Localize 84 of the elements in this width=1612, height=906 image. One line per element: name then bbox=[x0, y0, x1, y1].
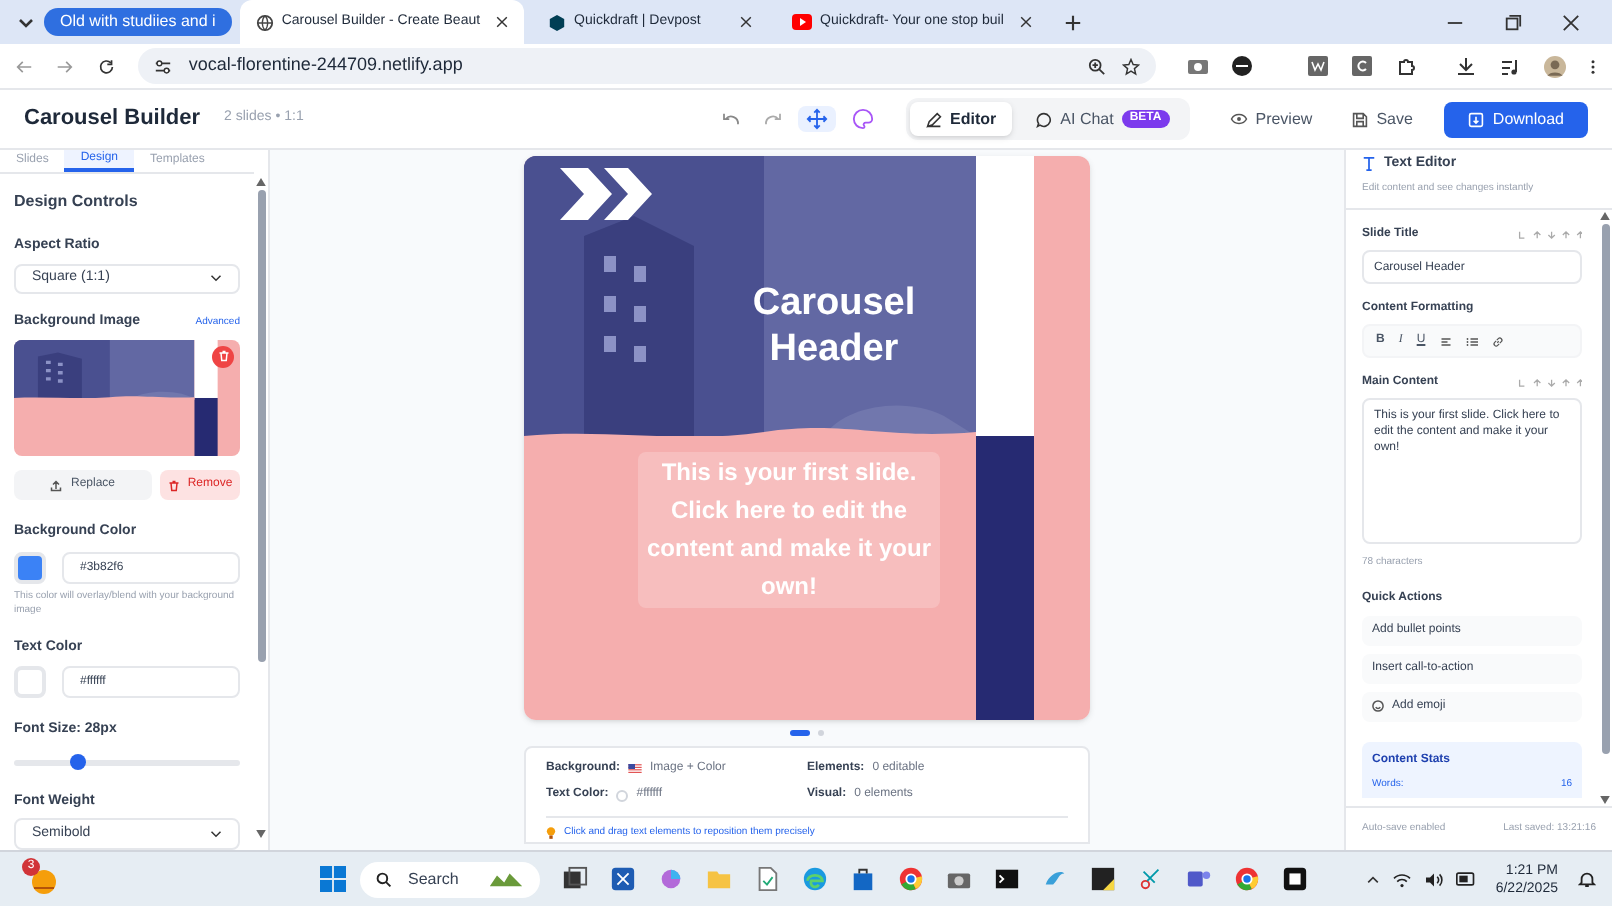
chat-icon bbox=[1036, 111, 1053, 127]
landscape-icon bbox=[488, 870, 524, 888]
site-settings-icon[interactable] bbox=[154, 57, 173, 75]
scroll-down-icon[interactable] bbox=[1600, 796, 1610, 804]
extension-icon[interactable] bbox=[1232, 56, 1253, 76]
forward-icon[interactable] bbox=[56, 57, 74, 75]
scroll-up-icon[interactable] bbox=[256, 178, 266, 186]
flag-icon bbox=[628, 764, 643, 774]
media-icon[interactable] bbox=[1500, 56, 1521, 76]
close-icon[interactable] bbox=[1562, 13, 1580, 31]
close-icon[interactable] bbox=[496, 16, 509, 28]
move-button[interactable] bbox=[798, 106, 837, 132]
tab-group-label[interactable]: Old with studiies and i bbox=[44, 8, 232, 36]
lightbulb-icon bbox=[546, 826, 556, 841]
download-button[interactable]: Download bbox=[1444, 101, 1588, 137]
url-text: vocal-florentine-244709.netlify.app bbox=[188, 52, 465, 79]
link-icon[interactable] bbox=[1491, 335, 1504, 347]
chevron-down-icon bbox=[210, 274, 222, 283]
save-icon bbox=[1352, 111, 1369, 127]
wifi-icon[interactable] bbox=[1391, 871, 1412, 887]
close-icon[interactable] bbox=[1019, 16, 1032, 28]
taskbar-search[interactable]: Search bbox=[360, 861, 540, 897]
color-swatch[interactable] bbox=[14, 666, 46, 699]
search-icon bbox=[376, 871, 392, 887]
align-left-icon[interactable] bbox=[1439, 335, 1452, 347]
undo-icon[interactable] bbox=[722, 112, 741, 126]
battery-icon[interactable] bbox=[1455, 872, 1476, 886]
scrollbar-thumb[interactable] bbox=[1601, 224, 1609, 754]
text-icon bbox=[1362, 156, 1376, 173]
section-title: Design Controls bbox=[14, 190, 140, 214]
task-view-icon[interactable] bbox=[562, 866, 588, 892]
palette-icon[interactable] bbox=[852, 108, 875, 130]
upload-icon bbox=[50, 479, 63, 492]
mode-tab[interactable]: Editor bbox=[910, 102, 1013, 136]
bell-icon[interactable] bbox=[1578, 870, 1596, 888]
sticky-note-icon[interactable] bbox=[1090, 866, 1116, 892]
color-swatch bbox=[616, 789, 629, 801]
scroll-up-icon[interactable] bbox=[1600, 212, 1610, 220]
globe-icon bbox=[255, 13, 274, 31]
pencil-icon bbox=[926, 111, 943, 127]
smiley-icon bbox=[1372, 700, 1384, 712]
document-icon[interactable] bbox=[754, 866, 780, 892]
move-icon bbox=[806, 108, 829, 130]
edge-icon[interactable] bbox=[802, 866, 828, 892]
scrollbar-thumb[interactable] bbox=[257, 190, 265, 662]
avatar-icon[interactable] bbox=[1544, 55, 1567, 77]
trash-icon bbox=[217, 350, 229, 363]
scroll-down-icon[interactable] bbox=[256, 830, 266, 838]
trash-icon bbox=[167, 479, 180, 492]
store-icon[interactable] bbox=[850, 866, 876, 892]
teams-icon[interactable] bbox=[1186, 866, 1212, 892]
close-icon[interactable] bbox=[740, 16, 753, 28]
menu-icon[interactable] bbox=[1590, 57, 1597, 75]
eye-icon bbox=[1229, 112, 1248, 126]
chrome-icon[interactable] bbox=[1234, 866, 1260, 892]
camera-icon[interactable] bbox=[1188, 58, 1209, 74]
puzzle-icon[interactable] bbox=[1396, 56, 1417, 76]
reload-icon[interactable] bbox=[97, 57, 115, 75]
scissors-icon[interactable] bbox=[1138, 866, 1164, 892]
star-icon[interactable] bbox=[1122, 57, 1141, 75]
slider-thumb[interactable] bbox=[69, 753, 86, 770]
chevron-up-icon[interactable] bbox=[1365, 875, 1380, 883]
play-icon bbox=[792, 14, 813, 30]
app-title: Carousel Builder bbox=[24, 104, 201, 135]
preview-button[interactable]: Preview bbox=[1213, 107, 1329, 131]
list-icon[interactable] bbox=[1465, 335, 1478, 347]
hexagon-icon bbox=[548, 13, 567, 31]
back-icon[interactable] bbox=[16, 57, 33, 75]
restore-icon[interactable] bbox=[1504, 13, 1522, 31]
chevron-logo bbox=[556, 164, 656, 224]
new-tab-icon[interactable] bbox=[1063, 13, 1082, 31]
chrome-icon[interactable] bbox=[898, 866, 924, 892]
save-button[interactable]: Save bbox=[1336, 107, 1429, 131]
color-swatch[interactable] bbox=[14, 551, 46, 584]
zoom-icon[interactable] bbox=[1088, 57, 1107, 75]
chevron-down-icon bbox=[210, 830, 222, 839]
volume-icon[interactable] bbox=[1423, 871, 1444, 887]
download-icon bbox=[1468, 111, 1485, 127]
start-icon[interactable] bbox=[320, 866, 346, 892]
download-icon[interactable] bbox=[1456, 56, 1477, 76]
app-icon[interactable] bbox=[610, 866, 636, 892]
address-bar[interactable]: vocal-florentine-244709.netlify.app bbox=[138, 48, 1157, 84]
terminal-icon[interactable] bbox=[994, 866, 1020, 892]
app-icon[interactable] bbox=[1282, 866, 1308, 892]
